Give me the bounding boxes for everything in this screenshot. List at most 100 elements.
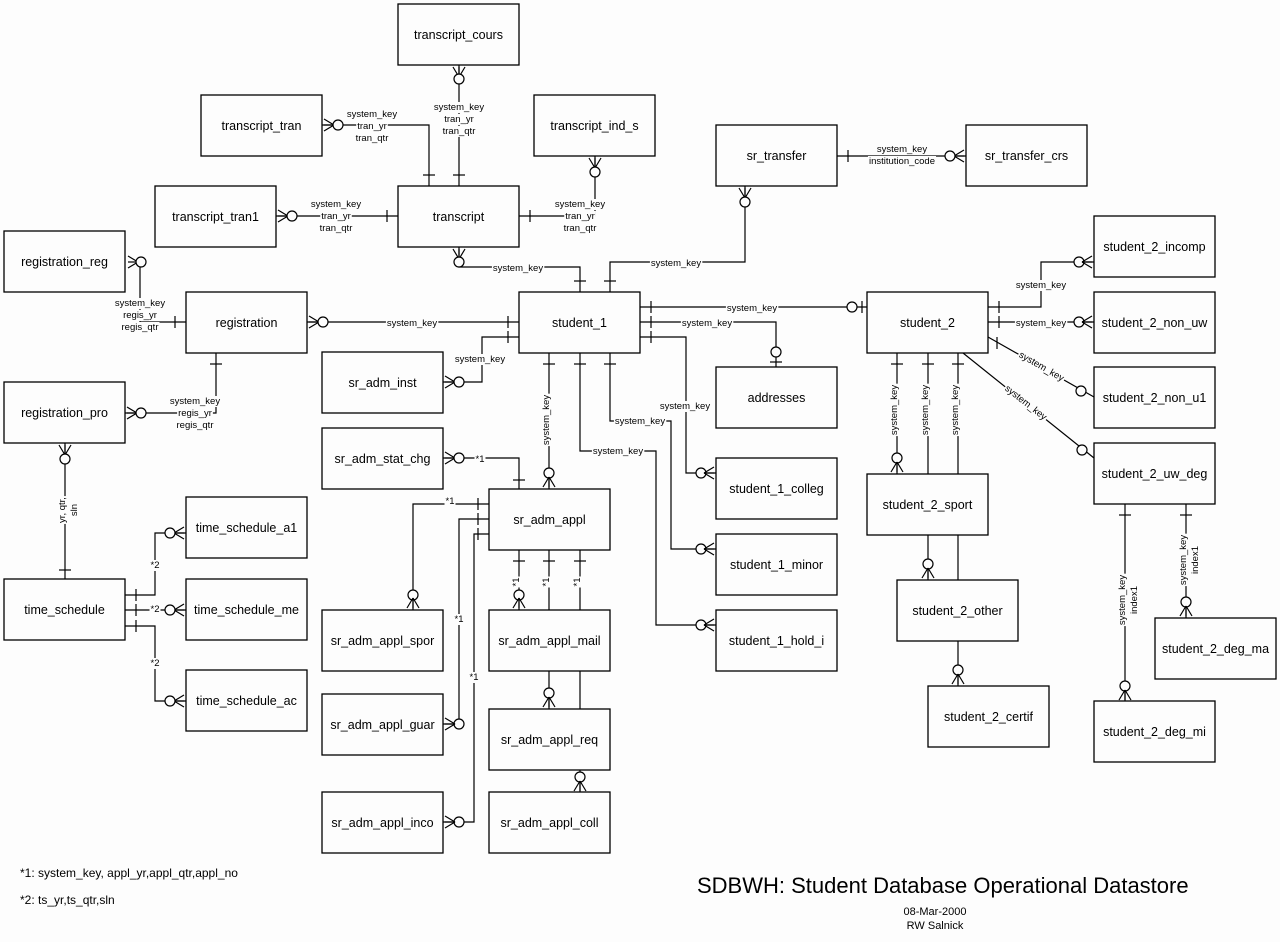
- relationship-label: system_key: [311, 199, 361, 210]
- entity-sr-adm-inst[interactable]: sr_adm_inst: [321, 351, 444, 414]
- relationship-label: institution_code: [869, 156, 935, 167]
- entity-time-schedule-me[interactable]: time_schedule_me: [185, 578, 308, 641]
- relationship-label: *1: [470, 672, 479, 683]
- relationship-label: regis_yr: [178, 408, 212, 419]
- entity-label: transcript: [433, 210, 485, 224]
- entity-label: registration_pro: [21, 406, 108, 420]
- entity-time-schedule[interactable]: time_schedule: [3, 578, 126, 641]
- entity-sr-adm-appl[interactable]: sr_adm_appl: [488, 488, 611, 551]
- entity-sr-transfer-crs[interactable]: sr_transfer_crs: [965, 124, 1088, 187]
- entity-transcript[interactable]: transcript: [397, 185, 520, 248]
- entity-student-2-non-u1[interactable]: student_2_non_u1: [1093, 366, 1216, 429]
- entity-sr-adm-appl-inco[interactable]: sr_adm_appl_inco: [321, 791, 444, 854]
- optional-marker: [846, 301, 858, 313]
- entity-time-schedule-ac[interactable]: time_schedule_ac: [185, 669, 308, 732]
- entity-student-1-hold-i[interactable]: student_1_hold_i: [715, 609, 838, 672]
- entity-student-2-non-uw[interactable]: student_2_non_uw: [1093, 291, 1216, 354]
- entity-student-2-deg-ma[interactable]: student_2_deg_ma: [1154, 617, 1277, 680]
- relationship-label: system_key: [1017, 350, 1066, 385]
- entity-label: registration: [216, 316, 278, 330]
- relationship-label: tran_qtr: [320, 223, 353, 234]
- entity-label: sr_adm_appl_spor: [331, 634, 435, 648]
- entity-student-1-minor[interactable]: student_1_minor: [715, 533, 838, 596]
- optional-marker: [952, 664, 964, 676]
- optional-marker: [332, 119, 344, 131]
- entity-sr-adm-appl-mail[interactable]: sr_adm_appl_mail: [488, 609, 611, 672]
- entity-label: student_2_certif: [944, 710, 1033, 724]
- relationship-label: system_key: [651, 258, 701, 269]
- relationship-line: [443, 518, 489, 725]
- optional-marker: [453, 376, 465, 388]
- entity-label: sr_adm_appl_coll: [501, 816, 599, 830]
- relationship-label: *1: [541, 578, 552, 587]
- entity-label: student_1_hold_i: [729, 634, 824, 648]
- many-marker: [542, 696, 556, 708]
- entity-transcript-tran[interactable]: transcript_tran: [200, 94, 323, 157]
- entity-label: time_schedule_ac: [196, 694, 297, 708]
- entity-sr-adm-appl-req[interactable]: sr_adm_appl_req: [488, 708, 611, 771]
- relationship-label: *1: [455, 614, 464, 625]
- optional-marker: [739, 196, 751, 208]
- entity-student-1-colleg[interactable]: student_1_colleg: [715, 457, 838, 520]
- optional-marker: [135, 407, 147, 419]
- entity-label: sr_adm_inst: [348, 376, 417, 390]
- entity-sr-adm-appl-guar[interactable]: sr_adm_appl_guar: [321, 693, 444, 756]
- entity-label: sr_adm_appl_inco: [331, 816, 433, 830]
- entity-transcript-tran1[interactable]: transcript_tran1: [154, 185, 277, 248]
- entity-sr-adm-appl-coll[interactable]: sr_adm_appl_coll: [488, 791, 611, 854]
- entity-sr-adm-appl-spor[interactable]: sr_adm_appl_spor: [321, 609, 444, 672]
- entity-label: registration_reg: [21, 255, 108, 269]
- relationship-label: system_key: [1016, 280, 1066, 291]
- entity-time-schedule-a1[interactable]: time_schedule_a1: [185, 496, 308, 559]
- entity-label: student_2_uw_deg: [1102, 467, 1208, 481]
- optional-marker: [1119, 680, 1131, 692]
- entity-sr-adm-stat-chg[interactable]: sr_adm_stat_chg: [321, 427, 444, 490]
- entity-student-1[interactable]: student_1: [518, 291, 641, 354]
- entity-registration[interactable]: registration: [185, 291, 308, 354]
- relationship-label: system_key: [434, 102, 484, 113]
- entity-student-2-sport[interactable]: student_2_sport: [866, 473, 989, 536]
- relationship-label: system_key: [727, 303, 777, 314]
- relationship-label: tran_qtr: [564, 223, 597, 234]
- entity-student-2-incomp[interactable]: student_2_incomp: [1093, 215, 1216, 278]
- relationship-label: *2: [151, 604, 160, 615]
- entity-registration-pro[interactable]: registration_pro: [3, 381, 126, 444]
- relationship-label: *2: [151, 560, 160, 571]
- entity-transcript-cours[interactable]: transcript_cours: [397, 3, 520, 66]
- relationship-label: system_key: [555, 199, 605, 210]
- entity-student-2-other[interactable]: student_2_other: [896, 579, 1019, 642]
- many-marker: [444, 717, 456, 731]
- relationship-label: tran_qtr: [443, 126, 476, 137]
- entity-sr-transfer[interactable]: sr_transfer: [715, 124, 838, 187]
- optional-marker: [453, 816, 465, 828]
- entity-label: student_2_non_u1: [1103, 391, 1207, 405]
- entity-label: sr_transfer_crs: [985, 149, 1068, 163]
- relationship-label: index1: [1129, 586, 1140, 614]
- entity-student-2[interactable]: student_2: [866, 291, 989, 354]
- entity-label: student_1_minor: [730, 558, 823, 572]
- entity-student-2-uw-deg[interactable]: student_2_uw_deg: [1093, 442, 1216, 505]
- entity-student-2-deg-mi[interactable]: student_2_deg_mi: [1093, 700, 1216, 763]
- relationship-label: system_key: [1002, 383, 1048, 423]
- relationship-label: system_key: [593, 446, 643, 457]
- entity-transcript-ind-s[interactable]: transcript_ind_s: [533, 94, 656, 157]
- entity-label: student_2_other: [912, 604, 1002, 618]
- entity-registration-reg[interactable]: registration_reg: [3, 230, 126, 293]
- optional-marker: [1180, 596, 1192, 608]
- entity-label: transcript_ind_s: [550, 119, 638, 133]
- entity-label: time_schedule_me: [194, 603, 299, 617]
- entity-addresses[interactable]: addresses: [715, 366, 838, 429]
- optional-marker: [286, 210, 298, 222]
- relationship-label: system_key: [889, 385, 900, 435]
- relationship-label: system_key: [493, 263, 543, 274]
- entity-student-2-certif[interactable]: student_2_certif: [927, 685, 1050, 748]
- entity-label: addresses: [748, 391, 806, 405]
- entity-label: time_schedule: [24, 603, 105, 617]
- optional-marker: [164, 604, 176, 616]
- many-marker: [1081, 315, 1093, 329]
- relationship-label: index1: [1190, 546, 1201, 574]
- optional-marker: [1075, 385, 1087, 397]
- entity-label: student_2_deg_ma: [1162, 642, 1269, 656]
- relationship-label: system_key: [950, 385, 961, 435]
- footnote-2: *2: ts_yr,ts_qtr,sln: [20, 893, 115, 907]
